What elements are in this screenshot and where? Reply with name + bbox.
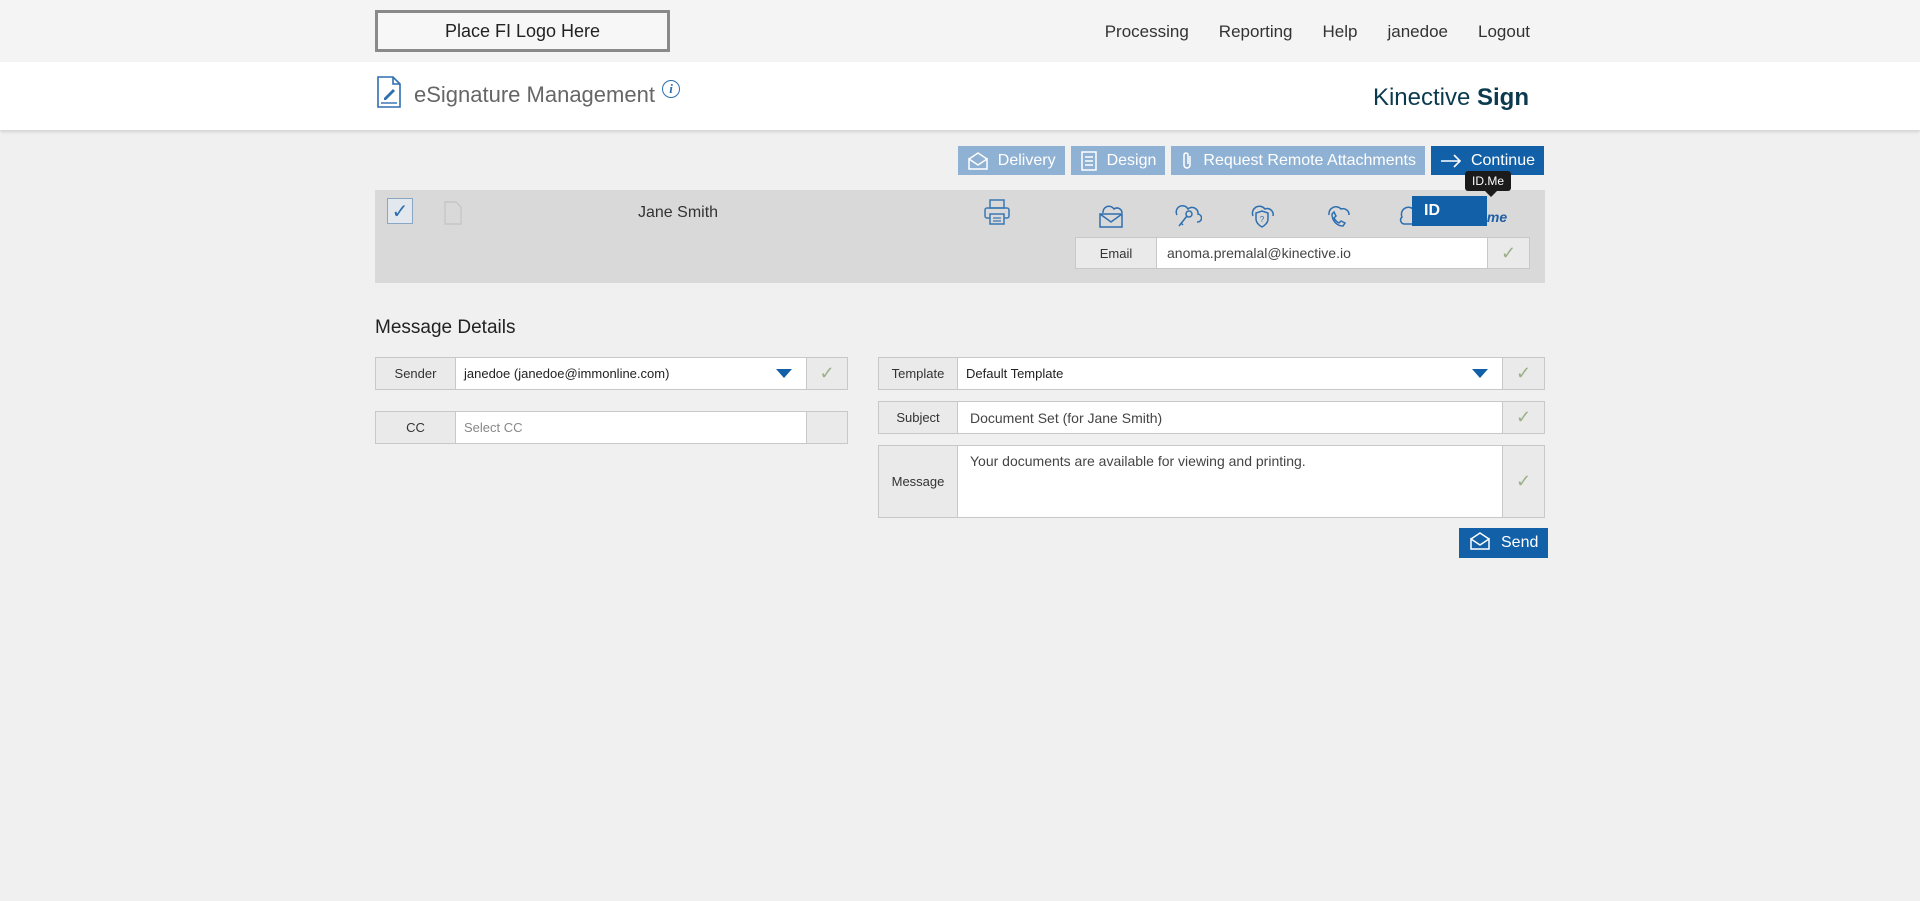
continue-label: Continue (1470, 151, 1535, 169)
delivery-label: Delivery (997, 151, 1056, 169)
main-nav: Processing Reporting Help janedoe Logout (1105, 22, 1530, 42)
brand-logo: Kinective Sign (1373, 84, 1529, 112)
cc-check-placeholder (807, 411, 848, 444)
cc-input[interactable]: Select CC (456, 411, 807, 444)
email-row: Email anoma.premalal@kinective.io ✓ (1075, 237, 1530, 269)
cloud-email-icon[interactable] (1096, 201, 1126, 234)
svg-text:?: ? (1260, 215, 1265, 224)
send-envelope-icon (1469, 531, 1491, 555)
chevron-down-icon (1472, 369, 1488, 378)
nav-reporting[interactable]: Reporting (1219, 22, 1293, 42)
chevron-down-icon (776, 369, 792, 378)
design-label: Design (1106, 151, 1157, 169)
template-select[interactable]: Default Template (958, 357, 1503, 390)
sender-check-icon: ✓ (807, 357, 848, 390)
email-field[interactable]: anoma.premalal@kinective.io (1157, 237, 1488, 269)
info-icon[interactable]: i (662, 80, 680, 98)
send-label: Send (1501, 534, 1539, 551)
subject-label: Subject (878, 401, 958, 434)
arrow-right-icon (1440, 153, 1462, 168)
nav-user[interactable]: janedoe (1387, 22, 1448, 42)
cloud-phone-icon[interactable] (1323, 201, 1353, 234)
brand-name-light: Kinective (1372, 84, 1471, 111)
template-value: Default Template (966, 366, 1064, 381)
delivery-button[interactable]: Delivery (957, 146, 1065, 175)
brand-name-bold: Sign (1477, 84, 1529, 111)
page-header (0, 62, 1920, 130)
message-textarea[interactable]: Your documents are available for viewing… (958, 445, 1503, 518)
sender-row: Sender janedoe (janedoe@immonline.com) ✓ (375, 357, 848, 390)
message-row: Message Your documents are available for… (878, 445, 1545, 518)
subject-row: Subject Document Set (for Jane Smith) ✓ (878, 401, 1545, 434)
recipient-row: ✓ Jane Smith ? ID .me ID.Me Email anoma.… (375, 171, 1545, 283)
message-details-title: Message Details (375, 317, 516, 338)
request-attachments-label: Request Remote Attachments (1203, 151, 1416, 169)
nav-logout[interactable]: Logout (1478, 22, 1530, 42)
email-check-icon: ✓ (1488, 237, 1530, 269)
page-title: eSignature Management (414, 82, 655, 107)
fi-logo-placeholder: Place FI Logo Here (375, 10, 670, 52)
recipient-name: Jane Smith (638, 204, 719, 221)
email-label: Email (1075, 237, 1157, 269)
paperclip-icon (1180, 151, 1194, 171)
printer-icon[interactable] (983, 198, 1011, 231)
nav-processing[interactable]: Processing (1105, 22, 1189, 42)
message-check-icon: ✓ (1503, 445, 1545, 518)
design-button[interactable]: Design (1070, 146, 1166, 175)
idme-icon[interactable]: ID (1412, 196, 1487, 226)
template-label: Template (878, 357, 958, 390)
signature-document-icon (376, 76, 402, 113)
top-bar: Place FI Logo Here Processing Reporting … (0, 0, 1920, 62)
template-row: Template Default Template ✓ (878, 357, 1545, 390)
send-button[interactable]: Send (1459, 528, 1549, 558)
template-check-icon: ✓ (1503, 357, 1545, 390)
message-label: Message (878, 445, 958, 518)
sender-value: janedoe (janedoe@immonline.com) (464, 366, 670, 381)
list-document-icon (1080, 150, 1098, 171)
recipient-checkbox[interactable]: ✓ (387, 198, 413, 224)
idme-label: .me (1483, 209, 1508, 225)
cloud-key-icon[interactable] (1172, 201, 1203, 234)
cc-row: CC Select CC (375, 411, 848, 444)
subject-check-icon: ✓ (1503, 401, 1545, 434)
cc-label: CC (375, 411, 456, 444)
document-icon (443, 201, 463, 230)
cloud-question-icon[interactable]: ? (1247, 201, 1277, 234)
request-attachments-button[interactable]: Request Remote Attachments (1171, 146, 1425, 175)
sender-select[interactable]: janedoe (janedoe@immonline.com) (456, 357, 807, 390)
action-toolbar: Delivery Design Request Remote Attachmen… (957, 146, 1544, 175)
nav-help[interactable]: Help (1323, 22, 1358, 42)
idme-badge-text: ID (1424, 202, 1440, 219)
idme-tooltip: ID.Me (1465, 171, 1512, 197)
envelope-icon (967, 151, 989, 170)
sender-label: Sender (375, 357, 456, 390)
subject-input[interactable]: Document Set (for Jane Smith) (958, 401, 1503, 434)
